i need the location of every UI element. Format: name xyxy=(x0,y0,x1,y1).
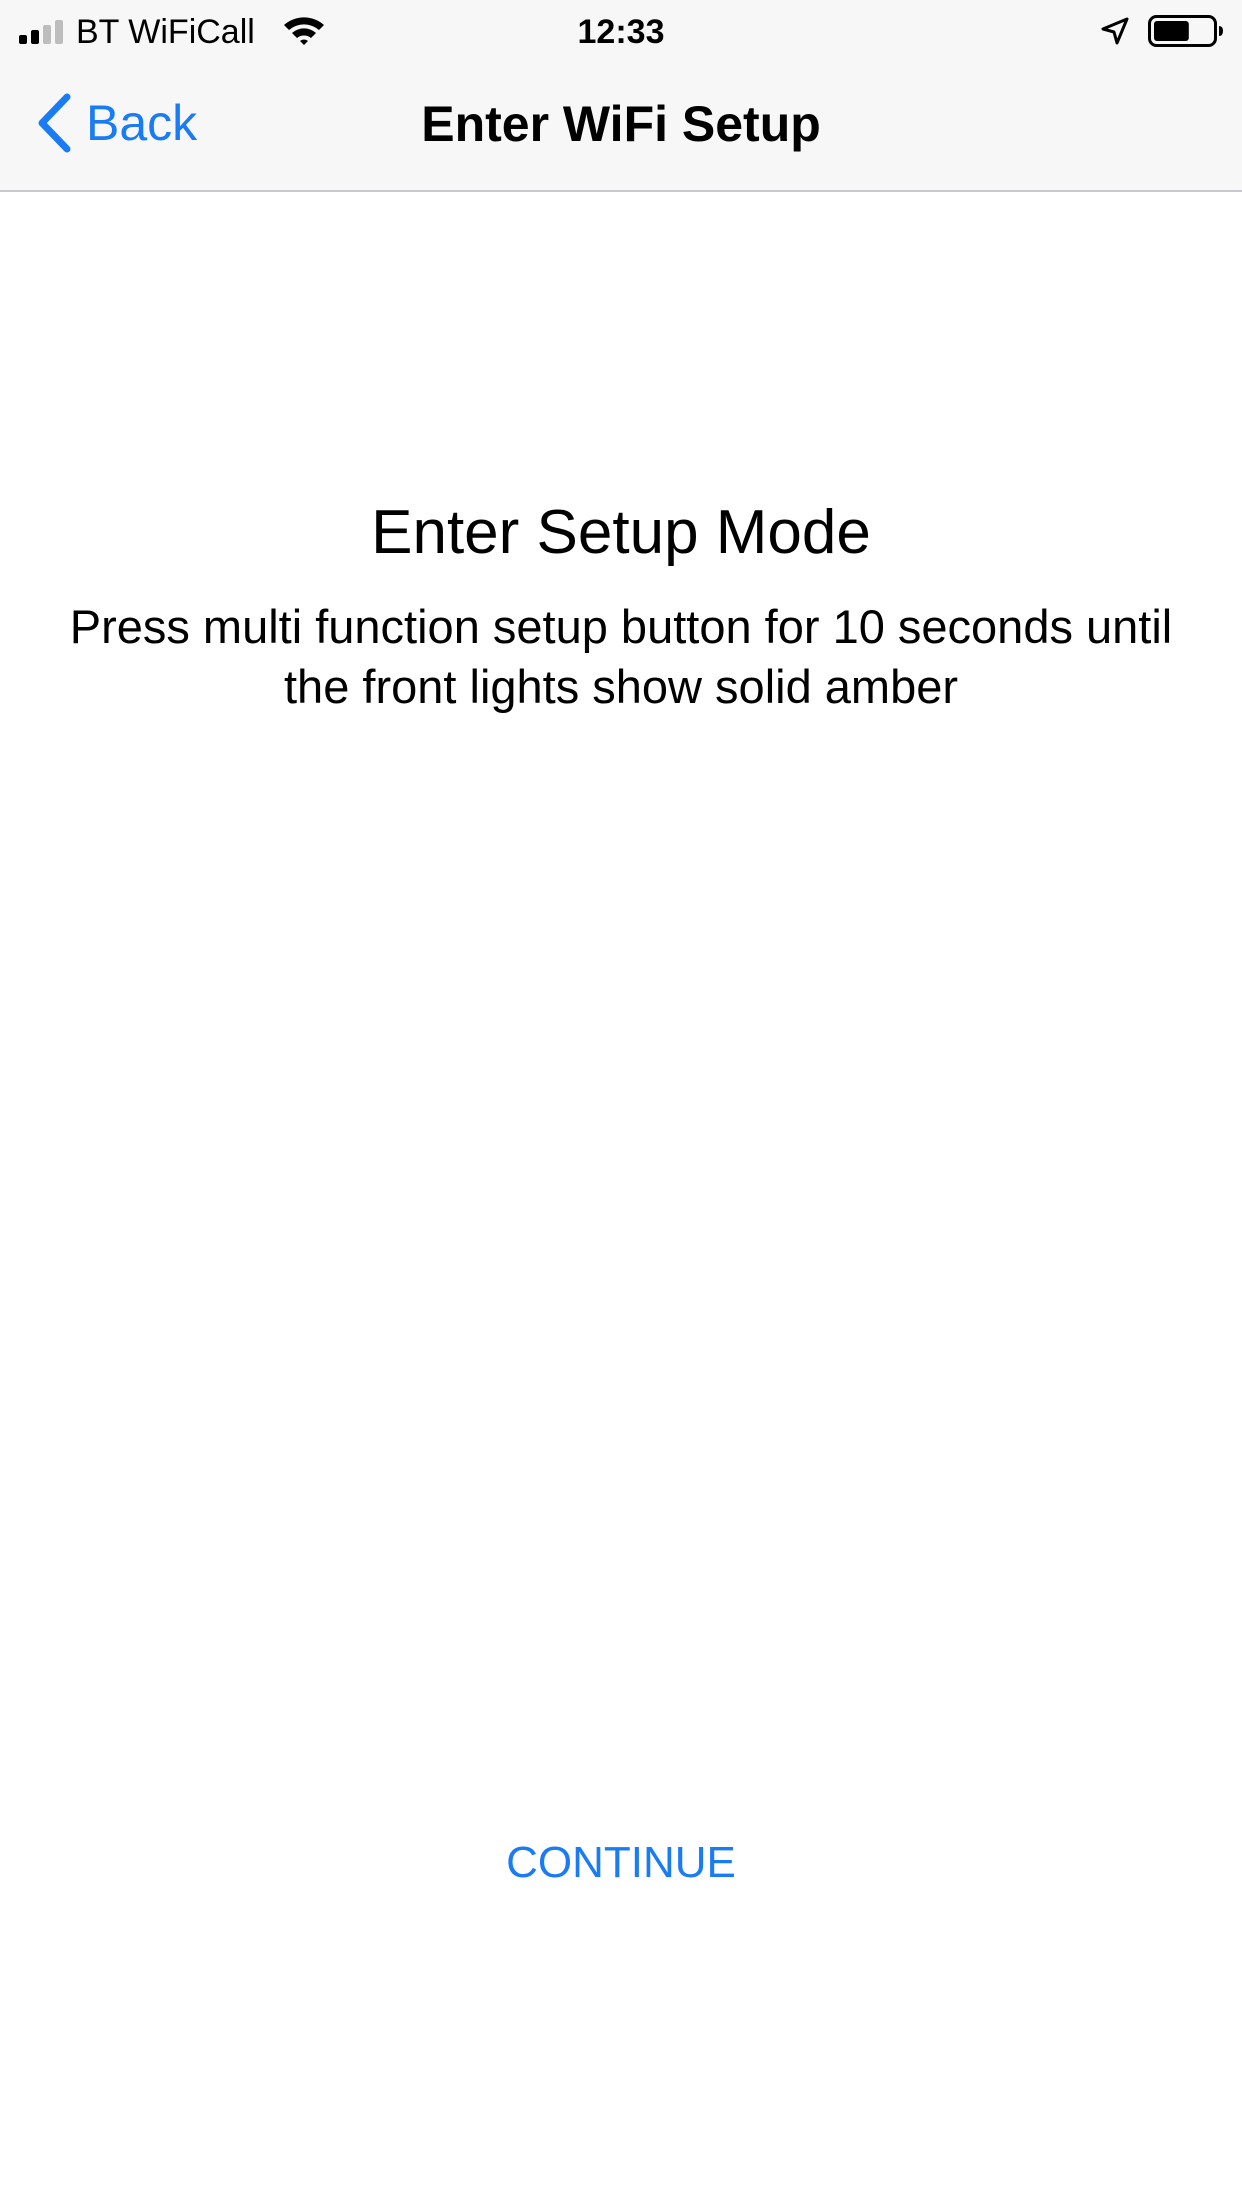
battery-icon xyxy=(1148,15,1223,47)
continue-button[interactable]: CONTINUE xyxy=(471,1830,771,1896)
status-time: 12:33 xyxy=(577,13,665,51)
page-title: Enter WiFi Setup xyxy=(421,96,821,152)
setup-instructions: Press multi function setup button for 10… xyxy=(69,600,1173,713)
location-arrow-icon xyxy=(1101,17,1129,45)
setup-mode-heading: Enter Setup Mode xyxy=(371,498,871,567)
navigation-bar: Back Enter WiFi Setup xyxy=(0,60,1242,192)
status-bar: BT WiFiCall 12:33 xyxy=(0,0,1242,60)
